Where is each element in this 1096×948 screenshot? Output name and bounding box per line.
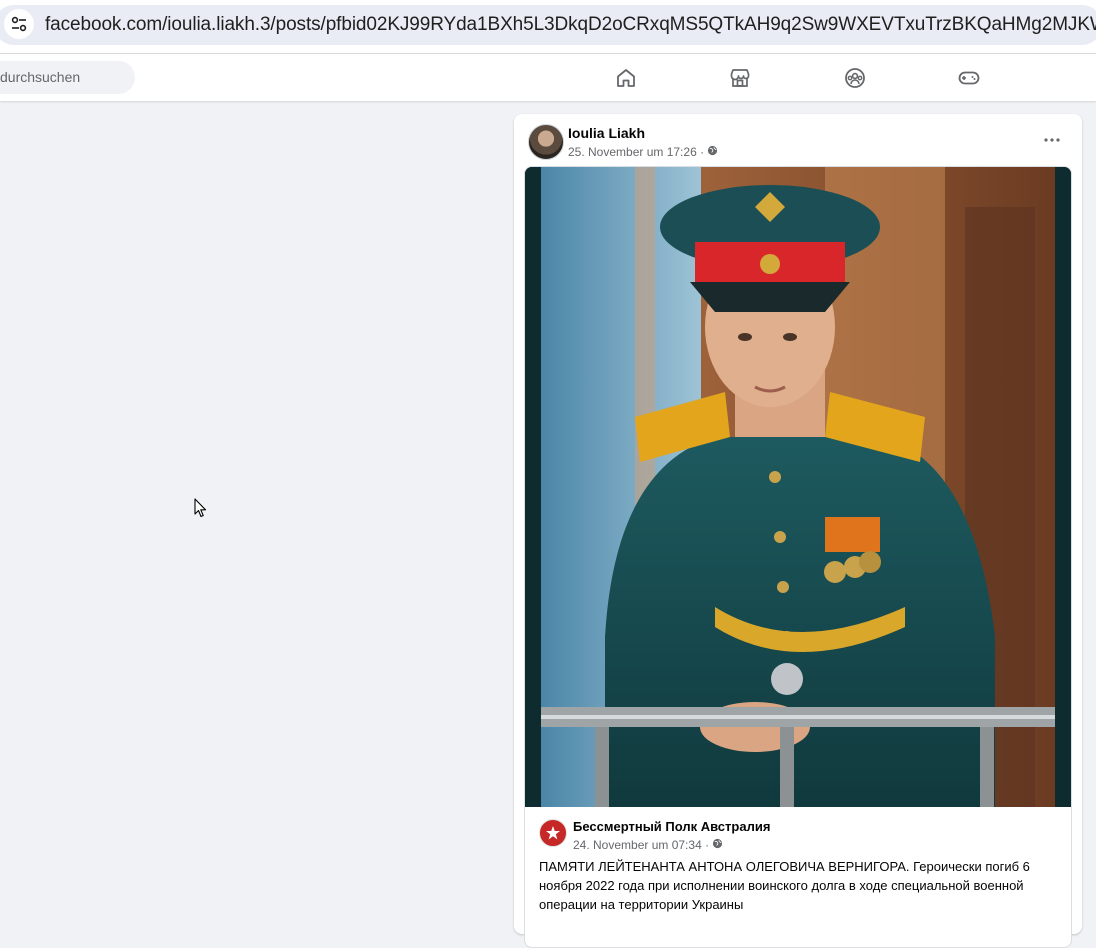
shared-author-avatar[interactable] <box>539 819 567 847</box>
mouse-cursor-icon <box>194 498 208 523</box>
post-meta: 25. November um 17:26 · <box>568 145 718 159</box>
gaming-icon[interactable] <box>957 66 981 90</box>
post-photo[interactable] <box>525 167 1071 807</box>
post-author-name[interactable]: Ioulia Liakh <box>568 125 645 141</box>
site-settings-icon[interactable] <box>4 9 34 39</box>
post-card: Ioulia Liakh 25. November um 17:26 · Бес… <box>514 114 1082 948</box>
shared-post-timestamp[interactable]: 24. November um 07:34 · <box>573 838 709 852</box>
marketplace-icon[interactable] <box>728 66 752 90</box>
search-input[interactable]: durchsuchen <box>0 61 135 94</box>
post-timestamp[interactable]: 25. November um 17:26 · <box>568 145 704 159</box>
facebook-top-nav: durchsuchen <box>0 54 1096 101</box>
shared-post: Бессмертный Полк Австралия 24. November … <box>524 166 1072 948</box>
browser-toolbar: facebook.com/ioulia.liakh.3/posts/pfbid0… <box>0 0 1096 54</box>
home-icon[interactable] <box>614 66 638 90</box>
more-options-icon[interactable] <box>1040 128 1064 152</box>
globe-icon <box>712 838 723 852</box>
globe-icon <box>707 145 718 159</box>
author-avatar[interactable] <box>528 124 564 160</box>
url-text[interactable]: facebook.com/ioulia.liakh.3/posts/pfbid0… <box>45 14 1096 36</box>
shared-post-text: ПАМЯТИ ЛЕЙТЕНАНТА АНТОНА ОЛЕГОВИЧА ВЕРНИ… <box>539 859 1030 912</box>
shared-post-meta: 24. November um 07:34 · <box>573 838 723 852</box>
groups-icon[interactable] <box>843 66 867 90</box>
shared-author-name[interactable]: Бессмертный Полк Австралия <box>573 819 770 834</box>
